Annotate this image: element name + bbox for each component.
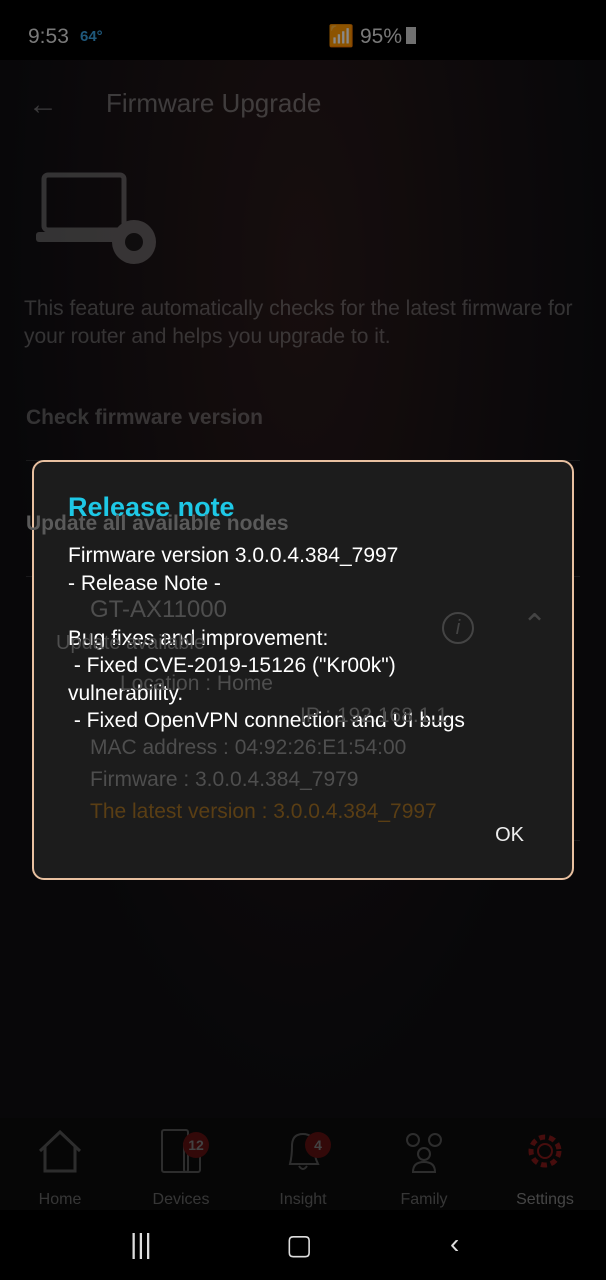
node-firmware: Firmware : 3.0.0.4.384_7979 <box>90 768 359 791</box>
node-latest-version: The latest version : 3.0.0.4.384_7997 <box>90 800 437 823</box>
system-nav-bar: ||| ▢ ‹ <box>0 1210 606 1280</box>
node-name: GT-AX11000 <box>90 596 227 623</box>
update-all-nodes[interactable]: Update all available nodes <box>26 512 289 536</box>
info-icon[interactable]: i <box>442 612 474 644</box>
chevron-up-icon[interactable]: ⌃ <box>522 608 547 643</box>
node-location: Location : Home <box>120 672 273 695</box>
ok-button[interactable]: OK <box>495 824 524 847</box>
home-button-icon[interactable]: ▢ <box>286 1228 312 1261</box>
back-icon[interactable]: ‹ <box>450 1228 459 1260</box>
node-status: Update available <box>56 632 205 654</box>
node-mac: MAC address : 04:92:26:E1:54:00 <box>90 736 407 759</box>
node-ip: IP : 192.168.1.1 <box>300 704 448 727</box>
recent-apps-icon[interactable]: ||| <box>130 1228 152 1260</box>
